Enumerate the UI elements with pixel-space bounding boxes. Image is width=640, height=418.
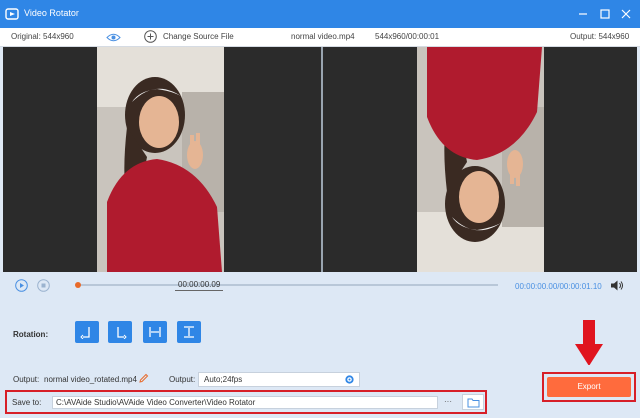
minimize-button[interactable] <box>575 6 591 22</box>
export-button[interactable]: Export <box>547 377 631 397</box>
rotated-video-frame <box>417 47 544 272</box>
close-button[interactable] <box>618 6 634 22</box>
app-icon <box>5 8 19 20</box>
save-to-highlight: Save to: C:\AVAide Studio\AVAide Video C… <box>5 390 487 414</box>
output-format-field[interactable]: Auto;24fps <box>198 372 360 387</box>
source-resolution-duration: 544x960/00:00:01 <box>375 32 440 41</box>
stop-icon[interactable] <box>37 279 50 292</box>
rotation-label: Rotation: <box>13 330 49 339</box>
edit-icon[interactable] <box>138 373 149 384</box>
change-source-button[interactable]: Change Source File <box>163 32 234 41</box>
folder-icon <box>467 398 480 408</box>
output-format-label: Output: <box>169 375 196 384</box>
rotate-right-button[interactable] <box>108 321 132 343</box>
title-bar: Video Rotator <box>0 0 640 28</box>
browse-more-button[interactable]: ··· <box>444 397 452 406</box>
export-highlight: Export <box>542 372 636 402</box>
save-to-label: Save to: <box>12 398 42 407</box>
close-icon <box>621 9 631 19</box>
original-preview <box>3 47 321 272</box>
down-arrow-icon <box>575 320 603 366</box>
preview-area <box>3 47 637 272</box>
timeline-handle[interactable] <box>75 282 81 288</box>
window-title: Video Rotator <box>24 8 79 18</box>
info-bar: Original: 544x960 Change Source File nor… <box>0 28 640 47</box>
output-resolution: Output: 544x960 <box>570 32 630 41</box>
add-icon[interactable] <box>144 30 157 43</box>
flip-horizontal-icon <box>149 327 161 337</box>
rotate-left-icon <box>80 327 90 339</box>
original-video-frame <box>97 47 224 272</box>
flip-vertical-button[interactable] <box>177 321 201 343</box>
current-time[interactable]: 00:00:00.09 <box>175 279 224 291</box>
save-path-field[interactable]: C:\AVAide Studio\AVAide Video Converter\… <box>52 396 438 409</box>
original-resolution: Original: 544x960 <box>11 32 74 41</box>
output-preview <box>323 47 637 272</box>
minus-icon <box>579 13 587 15</box>
rotate-right-icon <box>117 327 127 339</box>
timeline-track[interactable] <box>78 284 498 286</box>
rotate-left-button[interactable] <box>75 321 99 343</box>
gear-icon[interactable] <box>344 374 355 385</box>
save-path: C:\AVAide Studio\AVAide Video Converter\… <box>56 398 256 407</box>
maximize-button[interactable] <box>597 6 613 22</box>
play-icon[interactable] <box>15 279 28 292</box>
source-file-name: normal video.mp4 <box>291 32 355 41</box>
flip-horizontal-button[interactable] <box>143 321 167 343</box>
eye-icon[interactable] <box>106 32 121 43</box>
controls-panel: 00:00:00.09 00:00:00.00/00:00:01.10 Rota… <box>0 272 640 365</box>
flip-vertical-icon <box>184 326 194 338</box>
output-file-label: Output: <box>13 375 40 384</box>
maximize-icon <box>600 9 610 19</box>
output-file-name: normal video_rotated.mp4 <box>44 375 137 384</box>
output-format-value: Auto;24fps <box>204 375 243 384</box>
volume-icon[interactable] <box>610 279 624 292</box>
open-folder-button[interactable] <box>462 394 484 410</box>
time-range[interactable]: 00:00:00.00/00:00:01.10 <box>515 282 602 291</box>
